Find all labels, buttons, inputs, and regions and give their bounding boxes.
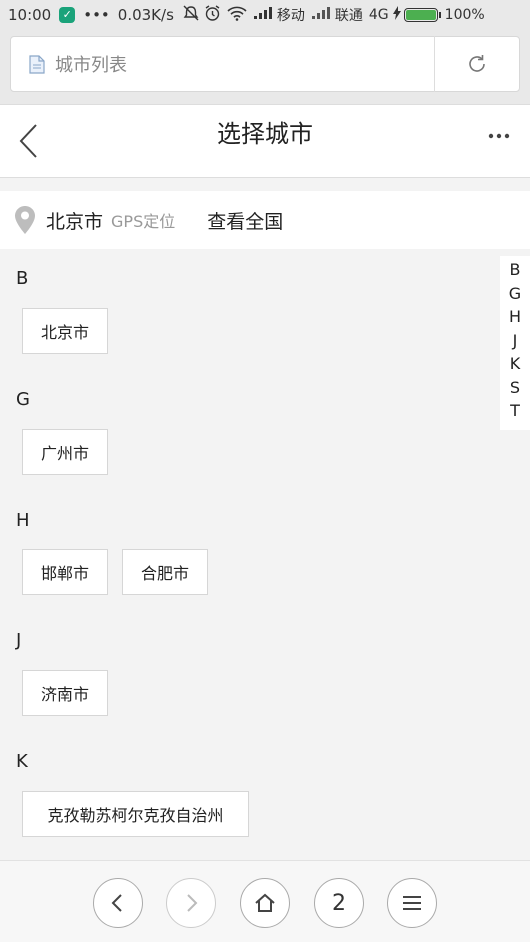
city-button[interactable]: 克孜勒苏柯尔克孜自治州 [22, 791, 249, 837]
wifi-icon [227, 6, 247, 25]
index-letter[interactable]: B [510, 258, 521, 282]
network-speed: 0.03K/s [117, 6, 174, 24]
home-button[interactable] [240, 878, 290, 928]
mute-icon [182, 5, 200, 25]
location-pin-icon [15, 206, 35, 234]
index-letter[interactable]: T [510, 399, 520, 423]
view-all-button[interactable]: 查看全国 [207, 207, 283, 234]
gps-label: GPS定位 [111, 212, 176, 231]
home-icon [255, 893, 275, 912]
tabs-button[interactable]: 2 [314, 878, 364, 928]
group-letter-k: K [16, 751, 28, 772]
url-text[interactable]: 城市列表 [55, 51, 434, 77]
index-letter[interactable]: S [510, 376, 520, 400]
signal-icon-2 [311, 6, 331, 24]
back-nav-button[interactable] [93, 878, 143, 928]
group-letter-h: H [16, 510, 30, 531]
alarm-icon [204, 4, 221, 26]
group-letter-b: B [16, 268, 29, 289]
index-letter[interactable]: K [510, 352, 521, 376]
index-letter[interactable]: G [509, 282, 521, 306]
status-time: 10:00 [8, 6, 52, 24]
menu-icon [403, 896, 421, 910]
city-button[interactable]: 邯郸市 [22, 549, 108, 595]
battery-icon [403, 8, 441, 22]
alphabet-index[interactable]: B G H J K S T [500, 256, 530, 430]
city-button[interactable]: 北京市 [22, 308, 108, 354]
chevron-left-icon [111, 894, 122, 912]
chevron-right-icon [187, 894, 198, 912]
index-letter[interactable]: J [513, 329, 518, 353]
browser-bottom-bar: 2 [0, 860, 530, 942]
browser-toolbar: 城市列表 [0, 30, 530, 104]
shield-app-icon: ✓ [59, 7, 76, 23]
status-bar: 10:00 ✓ ••• 0.03K/s 移动 联通 4G 100% [0, 0, 530, 30]
page-header: 选择城市 [0, 104, 530, 178]
refresh-button[interactable] [435, 36, 519, 92]
location-bar: 北京市 GPS定位 查看全国 [0, 191, 530, 249]
url-bar[interactable]: 城市列表 [10, 36, 520, 92]
refresh-icon [469, 55, 485, 72]
city-button[interactable]: 广州市 [22, 429, 108, 475]
group-letter-g: G [16, 389, 30, 410]
current-city[interactable]: 北京市 [46, 207, 103, 234]
group-letter-j: J [16, 630, 22, 651]
more-icon[interactable] [488, 131, 510, 141]
charging-icon [392, 6, 401, 24]
city-list: B 北京市 G 广州市 H 邯郸市 合肥市 J 济南市 K 克孜勒苏柯尔克孜自治… [0, 250, 530, 860]
forward-nav-button[interactable] [166, 878, 216, 928]
network-type: 4G [368, 7, 389, 23]
carrier-2: 联通 [334, 8, 363, 24]
page-title: 选择城市 [217, 120, 313, 148]
tab-count: 2 [332, 890, 346, 916]
notification-dots: ••• [83, 6, 110, 24]
city-button[interactable]: 合肥市 [122, 549, 208, 595]
menu-button[interactable] [387, 878, 437, 928]
document-icon [29, 54, 45, 74]
battery-percent: 100% [444, 7, 485, 23]
city-button[interactable]: 济南市 [22, 670, 108, 716]
signal-icon-1 [253, 6, 273, 24]
carrier-1: 移动 [276, 8, 305, 24]
index-letter[interactable]: H [509, 305, 521, 329]
